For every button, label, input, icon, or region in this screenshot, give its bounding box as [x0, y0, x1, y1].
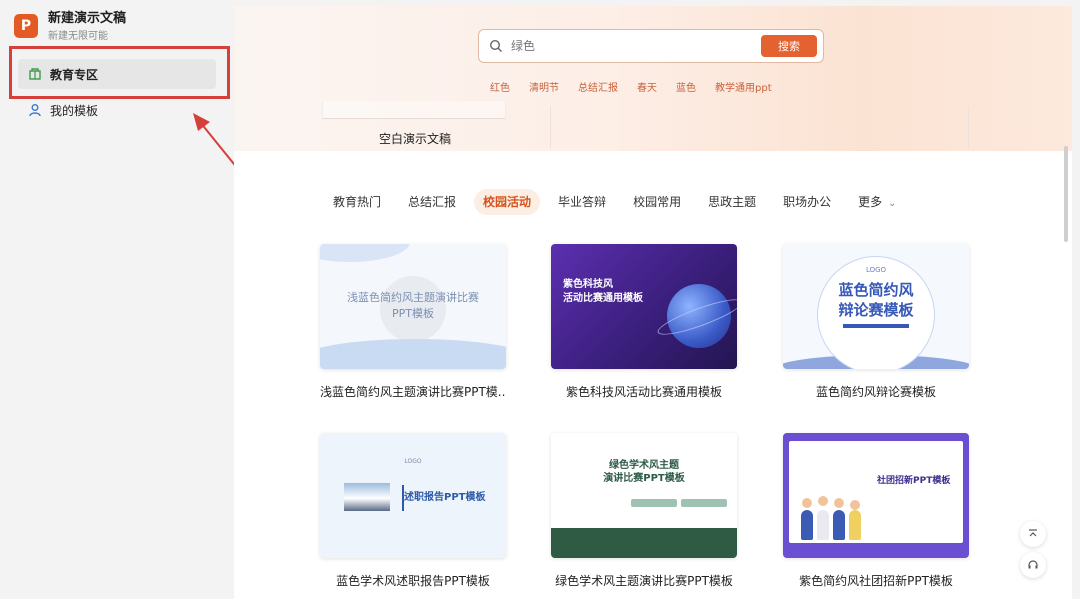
thumbnail-text: 绿色学术风主题 演讲比赛PPT模板: [603, 460, 685, 484]
divider: [550, 106, 551, 148]
back-to-top-icon: [1029, 529, 1037, 537]
chevron-down-icon: ⌄: [888, 198, 897, 209]
hot-search-tags: 红色 清明节 总结汇报 春天 蓝色 教学通用ppt: [490, 79, 791, 94]
scrollbar[interactable]: [1064, 146, 1068, 242]
hot-tag[interactable]: 蓝色: [676, 79, 696, 94]
back-to-top-button[interactable]: [1020, 521, 1046, 547]
template-thumbnail: LOGO 述职报告PPT模板: [320, 433, 506, 558]
hot-tag[interactable]: 总结汇报: [578, 79, 618, 94]
divider: [968, 106, 969, 148]
thumbnail-text: 社团招新PPT模板: [877, 476, 951, 486]
template-title: 蓝色简约风辩论赛模板: [815, 385, 936, 399]
tab-summary-report[interactable]: 总结汇报: [399, 189, 465, 215]
template-card[interactable]: 绿色学术风主题 演讲比赛PPT模板 绿色学术风主题演讲比赛PPT模板: [551, 433, 737, 589]
customer-service-button[interactable]: [1020, 552, 1046, 578]
thumbnail-text: 述职报告PPT模板: [404, 492, 486, 503]
hot-tag[interactable]: 教学通用ppt: [715, 79, 772, 94]
tab-more-label: 更多: [858, 195, 883, 209]
hot-tag[interactable]: 清明节: [529, 79, 559, 94]
tab-campus-activity[interactable]: 校园活动: [474, 189, 541, 215]
template-title: 紫色科技风活动比赛通用模板: [565, 385, 722, 399]
search-button[interactable]: 搜索: [761, 35, 817, 57]
thumbnail-text: 蓝色简约风 辩论赛模板: [838, 281, 914, 319]
template-title: 浅蓝色简约风主题演讲比赛PPT模...: [320, 385, 506, 399]
template-thumbnail: 浅蓝色简约风主题演讲比赛 PPT模板: [320, 244, 506, 369]
tab-graduation-defense[interactable]: 毕业答辩: [549, 189, 615, 215]
search-box[interactable]: 搜索: [478, 29, 824, 63]
hot-tag[interactable]: 春天: [637, 79, 657, 94]
tab-education-hot[interactable]: 教育热门: [324, 189, 390, 215]
template-thumbnail: 绿色学术风主题 演讲比赛PPT模板: [551, 433, 737, 558]
thumbnail-logo-text: LOGO: [865, 266, 887, 274]
template-title: 蓝色学术风述职报告PPT模板: [336, 574, 490, 588]
thumbnail-text: 浅蓝色简约风主题演讲比赛 PPT模板: [347, 291, 479, 320]
tab-ideology-theme[interactable]: 思政主题: [699, 189, 765, 215]
category-tabs: 教育热门 总结汇报 校园活动 毕业答辩 校园常用 思政主题 职场办公 更多 ⌄: [324, 189, 915, 215]
template-thumbnail: 紫色科技风 活动比赛通用模板: [551, 244, 737, 369]
template-card[interactable]: 社团招新PPT模板 紫色简约风社团招新PPT模板: [783, 433, 969, 589]
blank-doc-label[interactable]: 空白演示文稿: [330, 130, 500, 147]
template-title: 紫色简约风社团招新PPT模板: [799, 574, 953, 588]
main-panel: 搜索 红色 清明节 总结汇报 春天 蓝色 教学通用ppt 空白演示文稿 教育热门…: [234, 6, 1072, 599]
search-icon: [489, 39, 502, 52]
thumbnail-logo-text: LOGO: [404, 458, 422, 465]
template-title: 绿色学术风主题演讲比赛PPT模板: [555, 574, 733, 588]
tab-campus-common[interactable]: 校园常用: [624, 189, 690, 215]
template-card[interactable]: 浅蓝色简约风主题演讲比赛 PPT模板 浅蓝色简约风主题演讲比赛PPT模...: [320, 244, 506, 400]
template-thumbnail: LOGO 蓝色简约风 辩论赛模板: [783, 244, 969, 369]
template-thumbnail: 社团招新PPT模板: [783, 433, 969, 558]
tab-office-work[interactable]: 职场办公: [774, 189, 840, 215]
hot-tag[interactable]: 红色: [490, 79, 510, 94]
headset-icon: [1028, 560, 1038, 569]
thumbnail-text: 紫色科技风 活动比赛通用模板: [563, 279, 643, 304]
template-card[interactable]: LOGO 蓝色简约风 辩论赛模板 蓝色简约风辩论赛模板: [783, 244, 969, 400]
search-input[interactable]: [511, 39, 741, 53]
tab-more[interactable]: 更多 ⌄: [849, 189, 905, 215]
template-card[interactable]: LOGO 述职报告PPT模板 蓝色学术风述职报告PPT模板: [320, 433, 506, 589]
blank-doc-thumbnail[interactable]: [322, 101, 506, 119]
template-card[interactable]: 紫色科技风 活动比赛通用模板 紫色科技风活动比赛通用模板: [551, 244, 737, 400]
